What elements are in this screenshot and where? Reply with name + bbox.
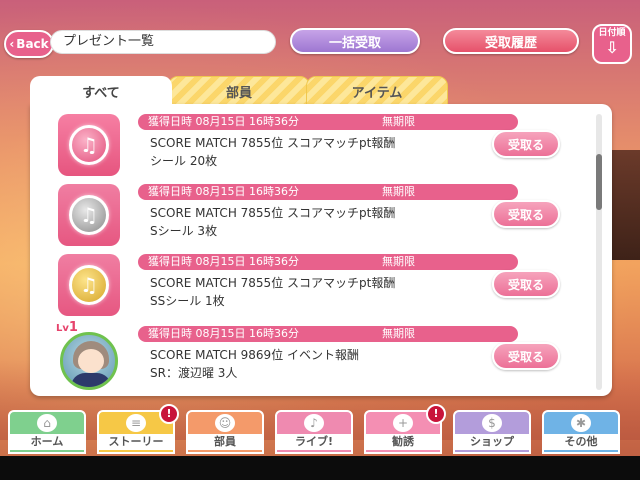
date-bar: 獲得日時 08月15日 16時36分 無期限 xyxy=(138,114,518,130)
expiry-label: 無期限 xyxy=(382,255,415,268)
nav-label: その他 xyxy=(544,434,618,450)
item-description: SCORE MATCH 7855位 スコアマッチpt報酬 xyxy=(150,136,396,150)
item-reward: SSシール 1枚 xyxy=(150,294,225,308)
nav-item-home[interactable]: ⌂ ホーム xyxy=(8,410,86,454)
date-bar: 獲得日時 08月15日 16時36分 無期限 xyxy=(138,184,518,200)
back-label: Back xyxy=(16,37,49,51)
item-description: SCORE MATCH 9869位 イベント報酬 xyxy=(150,348,360,362)
nav-label: 勧誘 xyxy=(366,434,440,450)
list-item: Lv1 獲得日時 08月15日 16時36分 無期限 SCORE MATCH 98… xyxy=(50,320,590,394)
acquired-date: 獲得日時 08月15日 16時36分 xyxy=(148,327,299,340)
shop-icon: $ xyxy=(482,414,502,432)
page-title: プレゼント一覧 xyxy=(50,30,276,54)
expiry-label: 無期限 xyxy=(382,115,415,128)
member-avatar: Lv1 xyxy=(56,320,122,392)
receive-button[interactable]: 受取る xyxy=(492,342,560,370)
item-reward: SR：渡辺曜 3人 xyxy=(150,366,238,380)
list-item: ♫ 獲得日時 08月15日 16時36分 無期限 SCORE MATCH 7855… xyxy=(50,114,590,182)
bulk-receive-button[interactable]: 一括受取 xyxy=(290,28,420,54)
avatar xyxy=(60,332,118,390)
back-button[interactable]: ‹ Back xyxy=(4,30,54,58)
level-label: Lv1 xyxy=(56,320,78,335)
nav-label: ホーム xyxy=(10,434,84,450)
nav-label: ショップ xyxy=(455,434,529,450)
bottom-strip xyxy=(0,456,640,480)
item-icon-box: ♫ xyxy=(58,114,120,176)
tab-all[interactable]: すべて xyxy=(30,76,172,106)
nav-item-other[interactable]: ✱ その他 xyxy=(542,410,620,454)
other-icon: ✱ xyxy=(571,414,591,432)
nav-item-scout[interactable]: + 勧誘! xyxy=(364,404,446,454)
date-bar: 獲得日時 08月15日 16時36分 無期限 xyxy=(138,254,518,270)
item-reward: シール 20枚 xyxy=(150,154,218,168)
scout-icon: + xyxy=(393,414,413,432)
expiry-label: 無期限 xyxy=(382,185,415,198)
tab-members[interactable]: 部員 xyxy=(168,76,310,106)
scrollbar-thumb[interactable] xyxy=(596,154,602,210)
item-description: SCORE MATCH 7855位 スコアマッチpt報酬 xyxy=(150,206,396,220)
receive-button[interactable]: 受取る xyxy=(492,130,560,158)
nav-item-live[interactable]: ♪ ライブ! xyxy=(275,410,353,454)
item-reward: Sシール 3枚 xyxy=(150,224,218,238)
receive-button[interactable]: 受取る xyxy=(492,200,560,228)
nav-label: 部員 xyxy=(188,434,262,450)
chevron-left-icon: ‹ xyxy=(9,37,15,51)
music-note-pink-icon: ♫ xyxy=(69,125,109,165)
member-icon: ☺ xyxy=(215,414,235,432)
live-icon: ♪ xyxy=(304,414,324,432)
receive-history-button[interactable]: 受取履歴 xyxy=(443,28,579,54)
date-bar: 獲得日時 08月15日 16時36分 無期限 xyxy=(138,326,518,342)
acquired-date: 獲得日時 08月15日 16時36分 xyxy=(148,115,299,128)
notification-badge: ! xyxy=(159,404,179,424)
music-note-gold-icon: ♫ xyxy=(69,265,109,305)
arrow-down-icon: ⇩ xyxy=(605,38,619,57)
nav-item-member[interactable]: ☺ 部員 xyxy=(186,410,264,454)
nav-item-story[interactable]: ≡ ストーリー! xyxy=(97,404,179,454)
item-icon-box: ♫ xyxy=(58,184,120,246)
expiry-label: 無期限 xyxy=(382,327,415,340)
receive-button[interactable]: 受取る xyxy=(492,270,560,298)
list-item: ♫ 獲得日時 08月15日 16時36分 無期限 SCORE MATCH 7855… xyxy=(50,184,590,252)
sort-by-date-button[interactable]: 日付順 ⇩ xyxy=(592,24,632,64)
list-item: ♫ 獲得日時 08月15日 16時36分 無期限 SCORE MATCH 7855… xyxy=(50,254,590,322)
home-icon: ⌂ xyxy=(37,414,57,432)
notification-badge: ! xyxy=(426,404,446,424)
nav-label: ストーリー xyxy=(99,434,173,450)
story-icon: ≡ xyxy=(126,414,146,432)
acquired-date: 獲得日時 08月15日 16時36分 xyxy=(148,185,299,198)
item-description: SCORE MATCH 7855位 スコアマッチpt報酬 xyxy=(150,276,396,290)
tab-items[interactable]: アイテム xyxy=(306,76,448,106)
music-note-silver-icon: ♫ xyxy=(69,195,109,235)
bottom-navigation: ⌂ ホーム ≡ ストーリー! ☺ 部員 ♪ ライブ! + 勧誘! $ ショップ ✱ その他 xyxy=(0,404,640,456)
item-icon-box: ♫ xyxy=(58,254,120,316)
nav-item-shop[interactable]: $ ショップ xyxy=(453,410,531,454)
nav-label: ライブ! xyxy=(277,434,351,450)
sort-label: 日付順 xyxy=(598,28,626,38)
acquired-date: 獲得日時 08月15日 16時36分 xyxy=(148,255,299,268)
